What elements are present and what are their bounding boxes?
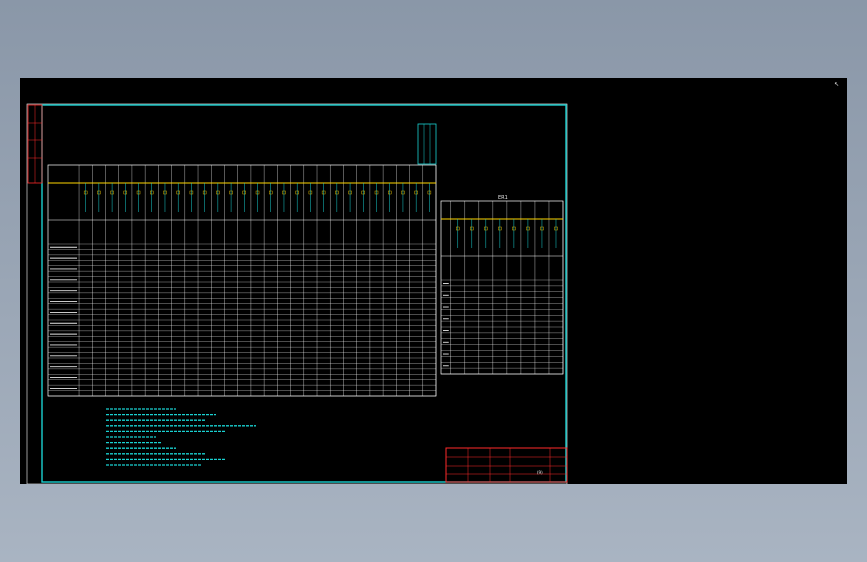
sheet-outer-border (26, 103, 568, 484)
notes-block (106, 408, 256, 466)
cad-drawing-canvas[interactable]: ER1 (9) ↖ (20, 78, 847, 484)
cursor-marker-icon: ↖ (834, 81, 839, 88)
side-distribution-table (440, 200, 564, 375)
legend-strip (417, 123, 437, 165)
title-block-sheet-label: (9) (537, 470, 543, 475)
title-block (445, 447, 568, 483)
main-table-outline (47, 164, 437, 397)
main-distribution-table (47, 164, 437, 397)
binding-strip (27, 104, 43, 184)
cad-viewport[interactable]: ER1 (9) ↖ (20, 78, 847, 484)
side-table-title: ER1 (498, 195, 508, 201)
